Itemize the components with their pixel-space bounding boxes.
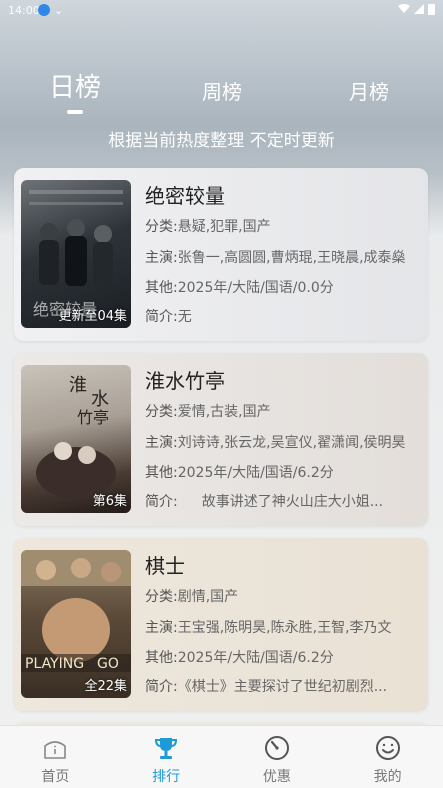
tab-monthly[interactable]: 月榜 — [319, 76, 419, 105]
tab-monthly-label: 月榜 — [349, 80, 389, 104]
svg-text:水: 水 — [91, 389, 109, 410]
wifi-icon — [398, 4, 410, 17]
item-category: 分类:爱情,古装,国产 — [145, 401, 420, 421]
category-value: 悬疑,犯罪,国产 — [177, 219, 271, 235]
home-icon — [0, 734, 111, 762]
nav-deals[interactable]: 优惠 — [222, 726, 333, 788]
ranking-card[interactable]: 绝密较量 更新至04集 绝密较量 分类:悬疑,犯罪,国产 主演:张鲁一,高圆圆,… — [14, 168, 428, 341]
item-cast: 主演:刘诗诗,张云龙,吴宣仪,翟潇闻,侯明昊 — [145, 432, 420, 452]
other-label: 其他: — [145, 650, 178, 666]
episode-badge: 更新至04集 — [58, 309, 127, 324]
item-other: 其他:2025年/大陆/国语/6.2分 — [145, 462, 420, 482]
svg-text:GO: GO — [97, 656, 119, 672]
other-label: 其他: — [145, 465, 178, 481]
intro-label: 简介: — [145, 309, 178, 325]
bottom-nav: 首页 排行 优惠 我的 — [0, 725, 443, 788]
intro-value: 《棋士》主要探讨了世纪初剧烈... — [177, 679, 388, 695]
tab-weekly-label: 周榜 — [202, 80, 242, 104]
other-value: 2025年/大陆/国语/6.2分 — [177, 650, 334, 666]
chevron-down-icon: ⌄ — [54, 4, 64, 17]
tab-active-indicator — [67, 110, 83, 114]
intro-value: 故事讲述了神火山庄大小姐... — [201, 494, 384, 510]
item-title[interactable]: 绝密较量 — [145, 180, 225, 209]
other-value: 2025年/大陆/国语/0.0分 — [177, 280, 334, 296]
trophy-icon — [111, 734, 222, 762]
nav-deals-label: 优惠 — [262, 769, 291, 785]
gauge-icon — [222, 734, 333, 762]
svg-text:竹亭: 竹亭 — [77, 408, 109, 427]
status-bar: 14:00 ⌄ — [0, 0, 443, 22]
intro-label: 简介: — [145, 494, 178, 510]
nav-mine-label: 我的 — [373, 769, 402, 785]
cast-value: 张鲁一,高圆圆,曹炳琨,王晓晨,成泰燊 — [177, 250, 406, 266]
episode-badge: 第6集 — [92, 494, 127, 509]
item-category: 分类:悬疑,犯罪,国产 — [145, 216, 420, 236]
item-other: 其他:2025年/大陆/国语/0.0分 — [145, 277, 420, 297]
nav-ranking-label: 排行 — [152, 769, 181, 785]
cast-value: 王宝强,陈明昊,陈永胜,王智,李乃文 — [177, 620, 392, 636]
item-title[interactable]: 淮水竹亭 — [145, 365, 225, 394]
intro-value: 无 — [177, 309, 192, 325]
status-notifications: ⌄ — [36, 4, 63, 17]
item-cast: 主演:张鲁一,高圆圆,曹炳琨,王晓晨,成泰燊 — [145, 247, 420, 267]
item-intro: 简介:《棋士》主要探讨了世纪初剧烈... — [145, 676, 420, 696]
ranking-card[interactable]: 淮 水 竹亭 第6集 淮水竹亭 分类:爱情,古装,国产 主演:刘诗诗,张云龙,吴… — [14, 353, 428, 526]
intro-label: 简介: — [145, 679, 178, 695]
item-other: 其他:2025年/大陆/国语/6.2分 — [145, 647, 420, 667]
category-label: 分类: — [145, 589, 178, 605]
category-label: 分类: — [145, 404, 178, 420]
other-value: 2025年/大陆/国语/6.2分 — [177, 465, 334, 481]
item-cast: 主演:王宝强,陈明昊,陈永胜,王智,李乃文 — [145, 617, 420, 637]
notification-icon — [38, 4, 50, 16]
svg-text:PLAYING: PLAYING — [25, 656, 84, 672]
nav-home[interactable]: 首页 — [0, 726, 111, 788]
item-intro: 简介: 故事讲述了神火山庄大小姐... — [145, 491, 420, 511]
svg-text:淮: 淮 — [69, 375, 87, 396]
category-label: 分类: — [145, 219, 178, 235]
poster-image[interactable]: 淮 水 竹亭 第6集 — [21, 365, 131, 513]
episode-badge: 全22集 — [84, 679, 127, 694]
cast-label: 主演: — [145, 435, 178, 451]
poster-image[interactable]: 绝密较量 更新至04集 — [21, 180, 131, 328]
nav-home-label: 首页 — [41, 769, 70, 785]
nav-mine[interactable]: 我的 — [332, 726, 443, 788]
category-value: 爱情,古装,国产 — [177, 404, 271, 420]
cast-label: 主演: — [145, 250, 178, 266]
other-label: 其他: — [145, 280, 178, 296]
battery-icon — [428, 3, 435, 18]
item-category: 分类:剧情,国产 — [145, 586, 420, 606]
nav-ranking[interactable]: 排行 — [111, 726, 222, 788]
ranking-subtitle: 根据当前热度整理 不定时更新 — [108, 131, 335, 151]
item-title[interactable]: 棋士 — [145, 550, 185, 579]
smiley-icon — [332, 734, 443, 762]
item-intro: 简介:无 — [145, 306, 420, 326]
status-right-icons — [398, 3, 435, 18]
tab-daily-label: 日榜 — [48, 73, 101, 103]
ranking-card[interactable]: PLAYING GO 全22集 棋士 分类:剧情,国产 主演:王宝强,陈明昊,陈… — [14, 538, 428, 711]
category-value: 剧情,国产 — [177, 589, 239, 605]
poster-image[interactable]: PLAYING GO 全22集 — [21, 550, 131, 698]
cast-value: 刘诗诗,张云龙,吴宣仪,翟潇闻,侯明昊 — [177, 435, 406, 451]
tab-daily[interactable]: 日榜 — [25, 67, 125, 114]
status-time: 14:00 — [8, 4, 40, 17]
signal-icon — [414, 4, 424, 17]
ranking-tabs: 日榜 周榜 月榜 — [0, 70, 443, 120]
tab-weekly[interactable]: 周榜 — [172, 76, 272, 105]
cast-label: 主演: — [145, 620, 178, 636]
